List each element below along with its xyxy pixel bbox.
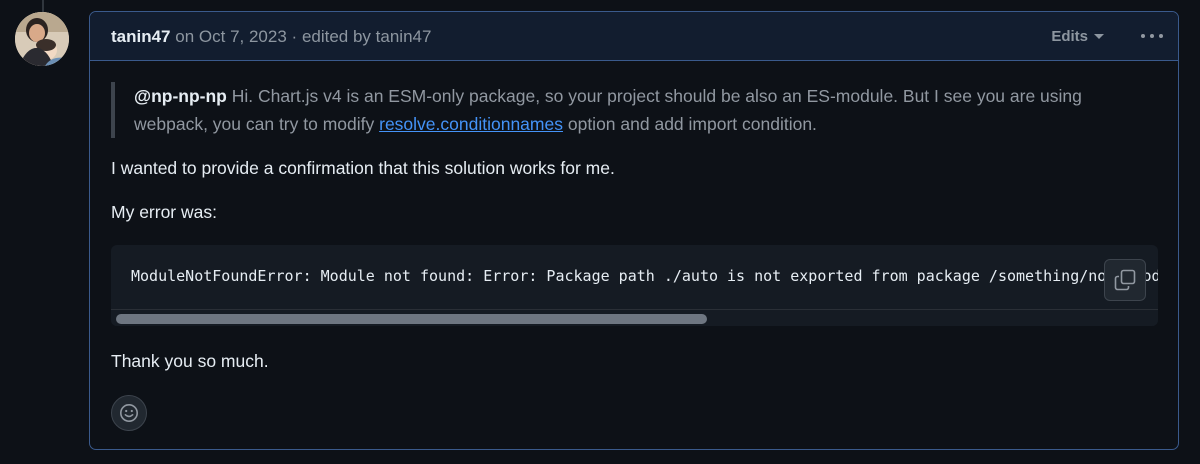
code-horizontal-scrollbar[interactable] (111, 309, 1158, 326)
avatar[interactable] (15, 12, 69, 66)
comment-body: @np-np-np Hi. Chart.js v4 is an ESM-only… (111, 82, 1158, 373)
scrollbar-thumb[interactable] (116, 314, 707, 324)
edited-by-text: edited by tanin47 (301, 27, 432, 46)
quote-text-end: option and add import condition. (567, 114, 817, 134)
code-text: ModuleNotFoundError: Module not found: E… (131, 267, 1158, 285)
resolve-conditionnames-link[interactable]: resolve.conditionnames (379, 114, 563, 134)
kebab-horizontal-icon (1141, 34, 1163, 38)
meta-separator: · (291, 27, 298, 46)
comment-container: tanin47 on Oct 7, 2023 · edited by tanin… (89, 11, 1179, 450)
thanks-paragraph: Thank you so much. (111, 351, 269, 371)
comment-header: tanin47 on Oct 7, 2023 · edited by tanin… (90, 12, 1178, 61)
quote-block: @np-np-np Hi. Chart.js v4 is an ESM-only… (111, 82, 1158, 138)
chevron-down-icon (1094, 33, 1104, 39)
comment-meta: tanin47 on Oct 7, 2023 · edited by tanin… (111, 26, 431, 48)
error-intro-paragraph: My error was: (111, 202, 217, 222)
code-block: ModuleNotFoundError: Module not found: E… (111, 245, 1158, 326)
add-reaction-button[interactable] (111, 395, 147, 431)
avatar-image (15, 12, 69, 66)
smiley-icon (120, 404, 138, 422)
copy-icon (1114, 269, 1136, 291)
copy-button[interactable] (1104, 259, 1146, 301)
confirmation-paragraph: I wanted to provide a confirmation that … (111, 158, 615, 178)
edits-label: Edits (1051, 28, 1088, 45)
author-link[interactable]: tanin47 (111, 27, 171, 46)
edits-dropdown[interactable]: Edits (1051, 27, 1104, 47)
more-actions-button[interactable] (1138, 26, 1166, 46)
comment-date[interactable]: on Oct 7, 2023 (175, 27, 287, 46)
timeline-line (42, 0, 44, 12)
user-mention[interactable]: @np-np-np (134, 86, 227, 106)
